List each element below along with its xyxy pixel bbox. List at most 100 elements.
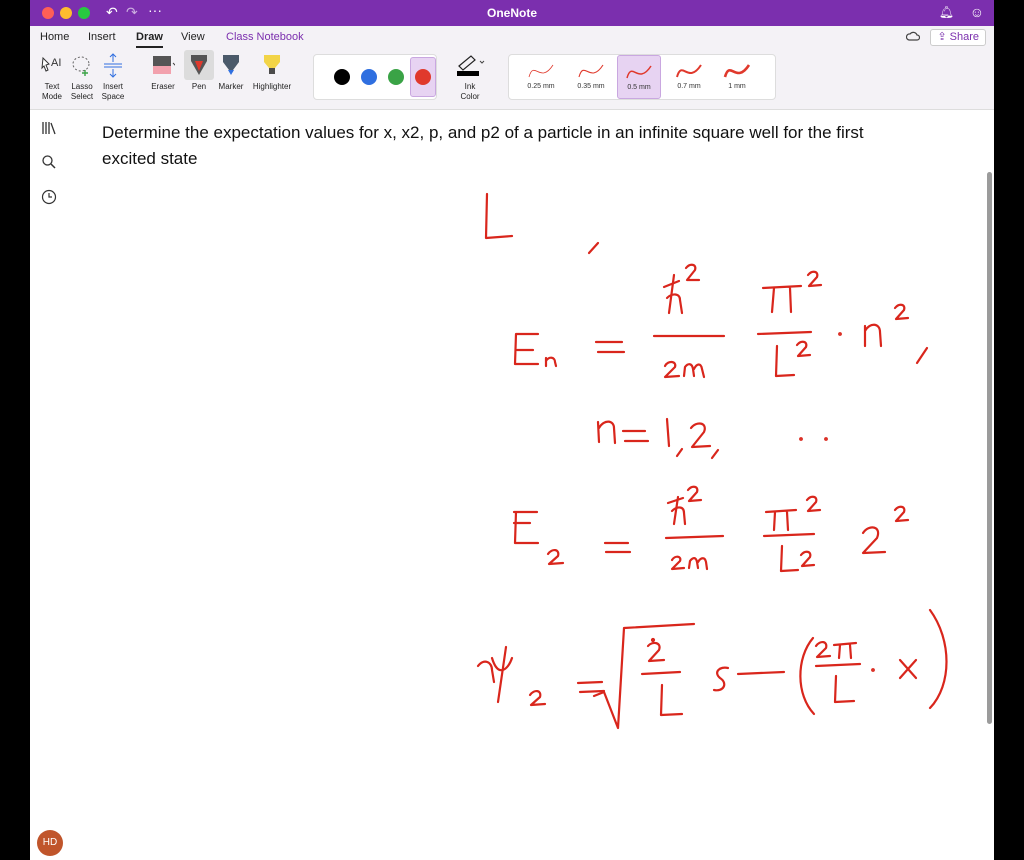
color-swatch-blue[interactable] [361, 69, 377, 85]
ink-dot [838, 332, 842, 336]
ink-close-paren [928, 608, 948, 710]
window-title: OneNote [486, 6, 537, 20]
title-bar: ↶ ↷ ··· OneNote 🔔︎ ☺ [30, 0, 994, 26]
ink-superscript-2 [805, 495, 822, 513]
ink-superscript-2 [893, 505, 910, 523]
tab-home[interactable]: Home [40, 31, 69, 43]
pen-size-0-7[interactable]: 0.7 mm [667, 55, 711, 99]
ink-letter-L [774, 344, 796, 378]
ink-dot [650, 637, 656, 643]
draw-ribbon: AI Text Mode Lasso Select Insert Space E… [30, 48, 994, 110]
ink-letter-s [712, 666, 730, 692]
pen-size-0-25[interactable]: 0.25 mm [519, 55, 563, 99]
eraser-label: Eraser [151, 82, 175, 91]
pen-color-picker [313, 54, 437, 100]
lasso-select-button[interactable]: Lasso Select [68, 50, 96, 102]
ink-fraction-bar [756, 330, 813, 336]
stroke-sample-icon [528, 64, 554, 78]
color-swatch-red[interactable] [415, 69, 431, 85]
ink-2m [663, 360, 706, 379]
recent-clock-icon[interactable] [41, 189, 57, 205]
ink-digit-2 [646, 641, 666, 663]
tab-draw[interactable]: Draw [136, 31, 163, 48]
pen-size-label: 0.35 mm [577, 83, 605, 90]
tab-class-notebook[interactable]: Class Notebook [226, 31, 304, 43]
insert-space-label-1: Insert [102, 82, 123, 91]
note-page[interactable]: Determine the expectation values for x, … [68, 110, 994, 860]
ink-pi [764, 508, 798, 532]
color-swatch-black[interactable] [334, 69, 350, 85]
text-mode-button[interactable]: AI Text Mode [38, 50, 66, 102]
highlighter-button[interactable]: Highlighter [248, 50, 296, 92]
ink-letter-L [833, 674, 856, 704]
notebooks-icon[interactable] [41, 120, 57, 136]
ink-comma [710, 448, 720, 460]
ink-color-button[interactable]: Ink Color [450, 50, 490, 102]
ink-superscript-2 [684, 263, 701, 282]
ink-digit-1 [665, 417, 671, 448]
ink-equals [603, 541, 632, 554]
pen-size-0-5[interactable]: 0.5 mm [617, 55, 661, 99]
ink-color-label-2: Color [460, 92, 480, 101]
ink-superscript-2 [799, 550, 816, 568]
lasso-label-1: Lasso [71, 82, 93, 91]
ink-letter-x [898, 658, 918, 680]
svg-text:AI: AI [51, 57, 61, 69]
smiley-icon[interactable]: ☺ [970, 4, 984, 20]
ink-pi [761, 284, 803, 314]
navigation-sidebar: HD [30, 110, 68, 860]
ink-hbar [662, 273, 684, 315]
ink-2m [670, 555, 709, 571]
ink-psi [476, 645, 514, 704]
ink-fraction-bar [664, 534, 725, 540]
pen-icon [191, 55, 207, 75]
share-label: Share [949, 31, 979, 43]
ink-fraction-bar [814, 662, 862, 668]
tab-insert[interactable]: Insert [88, 31, 116, 43]
ink-letter-E [513, 332, 540, 366]
stroke-sample-icon [626, 65, 652, 79]
vertical-scrollbar[interactable] [987, 172, 992, 724]
search-icon[interactable] [41, 154, 57, 170]
handwritten-ink-canvas[interactable] [68, 110, 994, 860]
pen-size-label: 0.7 mm [677, 83, 701, 90]
ink-dot [824, 437, 828, 441]
share-button[interactable]: ⇪ Share [930, 29, 986, 46]
ink-subscript-2 [528, 690, 547, 707]
ink-superscript-2 [893, 303, 910, 321]
ink-fraction-bar [762, 532, 816, 538]
ink-comma [915, 346, 929, 365]
ink-pi [832, 641, 858, 660]
insert-space-button[interactable]: Insert Space [98, 50, 128, 102]
highlighter-icon [264, 55, 280, 74]
marker-button[interactable]: Marker [214, 50, 248, 92]
avatar[interactable]: HD [37, 830, 63, 856]
lasso-label-2: Select [70, 92, 94, 101]
ink-dot [871, 668, 875, 672]
eraser-button[interactable]: Eraser [146, 50, 180, 92]
ink-digit-2 [689, 422, 712, 449]
ink-equals [576, 680, 606, 694]
ink-letter-n [863, 323, 883, 348]
tab-view[interactable]: View [181, 31, 205, 43]
ink-square-root [592, 622, 696, 730]
sync-status-icon[interactable] [906, 31, 920, 43]
ink-equals [621, 429, 650, 443]
highlighter-label: Highlighter [252, 82, 292, 91]
ink-minus-stroke [736, 670, 786, 676]
pen-button[interactable] [184, 50, 214, 80]
pen-size-0-35[interactable]: 0.35 mm [569, 55, 613, 99]
pen-size-1[interactable]: 1 mm [715, 55, 759, 99]
pen-size-label: 1 mm [728, 83, 746, 90]
pen-size-picker: 0.25 mm 0.35 mm 0.5 mm 0.7 mm 1 mm [508, 54, 776, 100]
ink-letter-L [779, 544, 800, 573]
ink-superscript-2 [806, 270, 823, 288]
text-mode-label-2: Mode [41, 92, 62, 101]
ink-hbar [666, 495, 687, 526]
text-mode-label-1: Text [44, 82, 60, 91]
stroke-sample-icon [578, 64, 604, 78]
bell-icon[interactable]: 🔔︎ [939, 5, 954, 19]
menu-bar: Home Insert Draw View Class Notebook ⇪ S… [30, 26, 994, 48]
color-swatch-green[interactable] [388, 69, 404, 85]
pen-label: Pen [191, 82, 207, 91]
